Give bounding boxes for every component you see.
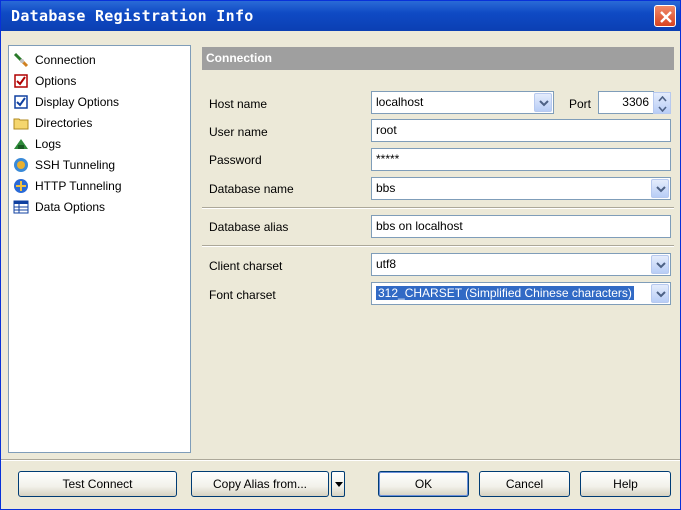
font-charset-dropdown-button[interactable] (651, 284, 669, 303)
footer-divider (1, 459, 680, 461)
options-icon (14, 74, 28, 88)
folder-icon (13, 118, 29, 130)
sidebar-item-directories[interactable]: Directories (13, 113, 188, 133)
database-name-combo[interactable]: bbs (371, 177, 671, 200)
help-button[interactable]: Help (580, 471, 671, 497)
sidebar-item-display-options[interactable]: Display Options (13, 92, 188, 112)
logs-icon (14, 139, 28, 149)
sidebar-item-connection[interactable]: Connection (13, 50, 188, 70)
chevron-down-icon (539, 100, 549, 107)
user-name-input[interactable]: root (371, 119, 671, 142)
sidebar-item-http-tunneling[interactable]: HTTP Tunneling (13, 176, 188, 196)
database-dropdown-button[interactable] (651, 179, 669, 198)
caret-down-icon (335, 482, 343, 487)
connection-icon (13, 52, 29, 68)
chevron-down-icon (656, 262, 666, 269)
window-title: Database Registration Info (11, 7, 254, 25)
chevron-down-icon (656, 186, 666, 193)
display-options-icon (14, 95, 28, 109)
test-connect-button[interactable]: Test Connect (18, 471, 177, 497)
port-spinner[interactable] (653, 92, 671, 114)
section-header: Connection (202, 47, 674, 70)
dialog-window: Database Registration Info Connection Op… (0, 0, 681, 510)
port-label: Port (569, 97, 592, 111)
chevron-up-icon (658, 96, 667, 102)
font-charset-label: Font charset (209, 288, 276, 302)
host-name-combo[interactable]: localhost (371, 91, 554, 114)
font-charset-combo[interactable]: 312_CHARSET (Simplified Chinese characte… (371, 282, 671, 305)
close-button[interactable] (654, 5, 676, 27)
client-charset-combo[interactable]: utf8 (371, 253, 671, 276)
sidebar-item-logs[interactable]: Logs (13, 134, 188, 154)
title-bar[interactable]: Database Registration Info (1, 1, 680, 31)
host-name-label: Host name (209, 97, 268, 111)
database-alias-input[interactable]: bbs on localhost (371, 215, 671, 238)
chevron-down-icon (656, 291, 666, 298)
http-tunneling-icon (14, 179, 28, 193)
chevron-down-icon (658, 106, 667, 112)
sidebar-item-data-options[interactable]: Data Options (13, 197, 188, 217)
ssh-tunneling-icon (14, 158, 28, 172)
copy-alias-button[interactable]: Copy Alias from... (191, 471, 329, 497)
ok-button[interactable]: OK (378, 471, 469, 497)
sidebar-nav: Connection Options Display Options Direc… (8, 45, 191, 453)
sidebar-item-ssh-tunneling[interactable]: SSH Tunneling (13, 155, 188, 175)
section-divider (202, 245, 674, 247)
client-charset-dropdown-button[interactable] (651, 255, 669, 274)
cancel-button[interactable]: Cancel (479, 471, 570, 497)
data-options-icon (13, 200, 29, 214)
password-input[interactable]: ***** (371, 148, 671, 171)
client-charset-label: Client charset (209, 259, 283, 273)
port-input[interactable]: 3306 (598, 91, 654, 114)
user-name-label: User name (209, 125, 268, 139)
section-divider (202, 207, 674, 209)
database-alias-label: Database alias (209, 220, 289, 234)
database-name-label: Database name (209, 182, 294, 196)
host-dropdown-button[interactable] (534, 93, 552, 112)
copy-alias-dropdown-button[interactable] (331, 471, 345, 497)
close-icon (660, 11, 672, 23)
password-label: Password (209, 153, 262, 167)
sidebar-item-options[interactable]: Options (13, 71, 188, 91)
